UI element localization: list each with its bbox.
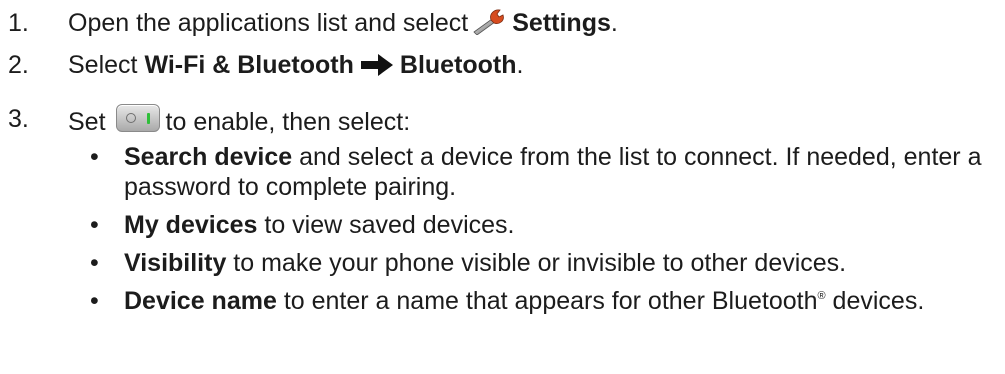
step-number: 3.	[8, 105, 29, 133]
wifi-bluetooth-label: Wi-Fi & Bluetooth	[144, 51, 354, 79]
step-text: Open the applications list and select Se…	[68, 8, 618, 42]
right-arrow-icon	[360, 53, 394, 84]
bluetooth-label: Bluetooth	[399, 51, 517, 79]
option-description: to enter a name that appears for other B…	[276, 287, 818, 315]
registered-mark: ®	[817, 290, 826, 302]
option-name: Device name	[124, 287, 277, 315]
step-text-before: Open the applications list and select	[68, 9, 469, 37]
list-item: • Visibility to make your phone visible …	[90, 248, 994, 278]
toggle-switch-icon	[115, 104, 160, 132]
step-text-before: Select	[68, 51, 138, 79]
option-name: Visibility	[124, 249, 227, 277]
step-text-after: to enable, then select:	[165, 108, 411, 136]
bullet: •	[90, 143, 99, 171]
list-item: • Search device and select a device from…	[90, 142, 994, 202]
bullet: •	[90, 249, 99, 277]
bullet: •	[90, 211, 99, 239]
option-name: Search device	[124, 143, 293, 171]
wrench-icon	[472, 9, 508, 42]
list-item: • Device name to enter a name that appea…	[90, 286, 994, 316]
option-description: to view saved devices.	[257, 211, 515, 239]
bullet: •	[90, 287, 99, 315]
step-text-after: .	[516, 51, 524, 79]
step-text-after: .	[610, 9, 618, 37]
option-description: to make your phone visible or invisible …	[226, 249, 847, 277]
list-item: • My devices to view saved devices.	[90, 210, 994, 240]
step-text: Set to enable, then select:	[68, 104, 410, 137]
step-number: 2.	[8, 51, 29, 79]
settings-label: Settings	[512, 9, 611, 37]
step-text: Select Wi-Fi & Bluetooth Bluetooth.	[68, 50, 523, 84]
option-description-end: devices.	[825, 287, 925, 315]
step-number: 1.	[8, 9, 29, 37]
option-name: My devices	[124, 211, 258, 239]
option-list: • Search device and select a device from…	[90, 142, 994, 324]
step-text-before: Set	[68, 108, 106, 136]
